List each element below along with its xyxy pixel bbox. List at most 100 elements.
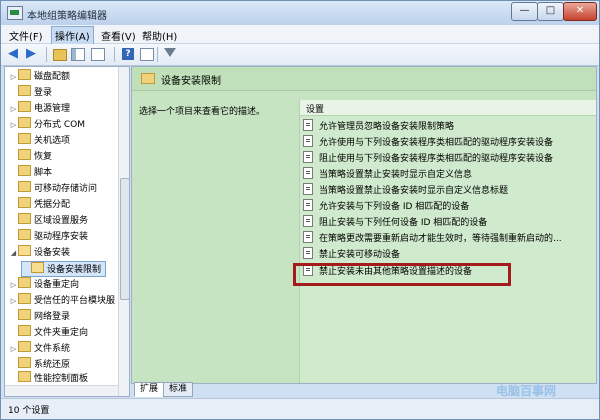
- tree-item[interactable]: ▷ 受信任的平台模块服: [9, 293, 115, 307]
- tree-item-label: 可移动存储访问: [34, 184, 98, 194]
- tree-item[interactable]: 登录: [9, 85, 52, 99]
- watermark: 电脑百事网: [496, 384, 557, 398]
- tree-item-label: 磁盘配额: [34, 72, 71, 82]
- policy-tree: ▷ 磁盘配额 登录 ▷ 电源管理 ▷ 分布式 COM 关机选项 恢复 脚本 可移动存储…: [4, 66, 130, 397]
- tree-item[interactable]: 驱动程序安装: [9, 229, 88, 243]
- tree-item[interactable]: ▷ 文件系统: [9, 341, 70, 355]
- menu-file[interactable]: 文件(F): [9, 28, 43, 43]
- policy-setting-icon: [303, 135, 313, 147]
- window-title: 本地组策略编辑器: [27, 11, 107, 22]
- title-bar[interactable]: 本地组策略编辑器 — □ ✕: [1, 1, 599, 25]
- tree-item-label: 文件夹重定向: [34, 328, 89, 338]
- folder-icon: [18, 371, 31, 382]
- expand-arrow-icon[interactable]: ▷: [9, 118, 18, 132]
- tree-item-label: 系统还原: [34, 360, 71, 370]
- expand-arrow-icon[interactable]: ▷: [9, 70, 18, 84]
- close-button[interactable]: ✕: [563, 2, 597, 21]
- policy-item[interactable]: 允许安装与下列设备 ID 相匹配的设备: [303, 199, 469, 213]
- policy-item[interactable]: 在策略更改需要重新启动才能生效时，等待强制重新启动的...: [303, 231, 562, 245]
- tree-item[interactable]: 关机选项: [9, 133, 70, 147]
- folder-icon: [18, 325, 31, 336]
- folder-icon: [18, 117, 31, 128]
- expand-arrow-icon[interactable]: ▷: [9, 278, 18, 292]
- folder-icon: [18, 69, 31, 80]
- up-folder-icon[interactable]: [53, 49, 67, 61]
- tree-item[interactable]: 凭据分配: [9, 197, 70, 211]
- back-icon[interactable]: ◀: [8, 47, 23, 61]
- tree-item-selected[interactable]: 设备安装限制: [21, 261, 107, 277]
- tree-item[interactable]: 文件夹重定向: [9, 325, 88, 339]
- tree-item[interactable]: 区域设置服务: [9, 213, 88, 227]
- tree-item[interactable]: ▷ 设备重定向: [9, 277, 79, 291]
- tree-item[interactable]: 性能控制面板: [9, 371, 88, 385]
- help-icon[interactable]: ?: [122, 48, 134, 60]
- group-policy-editor-window: 本地组策略编辑器 — □ ✕ 文件(F) 操作(A) 查看(V) 帮助(H) ◀…: [0, 0, 600, 420]
- policy-item[interactable]: 当策略设置禁止设备安装时显示自定义信息标题: [303, 183, 508, 197]
- expand-arrow-icon[interactable]: ▷: [9, 294, 18, 308]
- settings-column-header[interactable]: 设置: [300, 100, 596, 116]
- folder-icon: [18, 133, 31, 144]
- folder-icon: [18, 85, 31, 96]
- tree-item[interactable]: 脚本: [9, 165, 52, 179]
- tree-item[interactable]: ▷ 磁盘配额: [9, 69, 70, 83]
- folder-icon: [18, 165, 31, 176]
- tree-horizontal-scrollbar[interactable]: [5, 385, 118, 396]
- policy-setting-icon: [303, 167, 313, 179]
- menu-view[interactable]: 查看(V): [101, 28, 136, 43]
- tree-vertical-scrollbar[interactable]: [118, 67, 129, 396]
- show-tree-icon[interactable]: [71, 48, 85, 61]
- policy-setting-icon: [303, 247, 313, 259]
- tree-item[interactable]: 系统还原: [9, 357, 70, 371]
- list-icon[interactable]: [91, 48, 105, 61]
- policy-item-label: 阻止安装与下列任何设备 ID 相匹配的设备: [319, 218, 488, 228]
- expand-arrow-icon[interactable]: ▷: [9, 342, 18, 356]
- settings-list: 设置 允许管理员忽略设备安装限制策略 允许使用与下列设备安装程序类相匹配的驱动程…: [299, 100, 596, 383]
- tree-item-label: 受信任的平台模块服: [34, 296, 116, 306]
- app-icon: [7, 6, 23, 20]
- tree-item[interactable]: 网络登录: [9, 309, 70, 323]
- collapse-arrow-icon[interactable]: ◢: [9, 246, 18, 260]
- tree-item-label: 文件系统: [34, 344, 71, 354]
- open-folder-icon: [18, 245, 31, 256]
- red-highlight-box: [293, 263, 511, 286]
- tree-item[interactable]: 可移动存储访问: [9, 181, 97, 195]
- tree-item[interactable]: ◢ 设备安装: [9, 245, 70, 259]
- minimize-button[interactable]: —: [511, 2, 538, 21]
- maximize-button[interactable]: □: [537, 2, 564, 21]
- tree-item[interactable]: 恢复: [9, 149, 52, 163]
- policy-item-label: 在策略更改需要重新启动才能生效时，等待强制重新启动的...: [319, 234, 562, 244]
- tree-item-label: 关机选项: [34, 136, 71, 146]
- tree-item-label: 恢复: [34, 152, 53, 162]
- menu-action[interactable]: 操作(A): [51, 26, 94, 45]
- tree-item[interactable]: ▷ 分布式 COM: [9, 117, 85, 131]
- policy-item[interactable]: 当策略设置禁止安装时显示自定义信息: [303, 167, 472, 181]
- policy-item[interactable]: 允许使用与下列设备安装程序类相匹配的驱动程序安装设备: [303, 135, 553, 149]
- filter-icon[interactable]: [164, 48, 176, 57]
- status-count: 10 个设置: [8, 406, 50, 416]
- tree-item-label: 登录: [34, 88, 53, 98]
- tab-extended[interactable]: 扩展: [134, 382, 165, 397]
- policy-setting-icon: [303, 119, 313, 131]
- policy-item-label: 禁止安装可移动设备: [319, 250, 401, 260]
- policy-item[interactable]: 禁止安装可移动设备: [303, 247, 400, 261]
- policy-item[interactable]: 阻止使用与下列设备安装程序类相匹配的驱动程序安装设备: [303, 151, 553, 165]
- detail-header: 设备安装限制: [132, 67, 596, 91]
- menu-bar: 文件(F) 操作(A) 查看(V) 帮助(H): [1, 25, 599, 45]
- policy-item[interactable]: 允许管理员忽略设备安装限制策略: [303, 119, 454, 133]
- policy-item-label: 允许使用与下列设备安装程序类相匹配的驱动程序安装设备: [319, 138, 554, 148]
- tree-item-label: 设备重定向: [34, 280, 80, 290]
- tree-item[interactable]: ▷ 电源管理: [9, 101, 70, 115]
- expand-arrow-icon[interactable]: ▷: [9, 102, 18, 116]
- menu-help[interactable]: 帮助(H): [142, 28, 177, 43]
- policy-item[interactable]: 阻止安装与下列任何设备 ID 相匹配的设备: [303, 215, 487, 229]
- properties-icon[interactable]: [140, 48, 154, 61]
- tree-item-label: 设备安装: [34, 248, 71, 258]
- scrollbar-thumb[interactable]: [120, 178, 129, 300]
- policy-setting-icon: [303, 151, 313, 163]
- description-text: 选择一个项目来查看它的描述。: [139, 107, 266, 117]
- folder-icon: [18, 293, 31, 304]
- detail-pane: 设备安装限制 选择一个项目来查看它的描述。 设置 允许管理员忽略设备安装限制策略…: [131, 66, 597, 384]
- forward-icon[interactable]: ▶: [26, 47, 41, 61]
- tab-standard[interactable]: 标准: [163, 382, 194, 397]
- tree-item-label: 性能控制面板: [34, 374, 89, 384]
